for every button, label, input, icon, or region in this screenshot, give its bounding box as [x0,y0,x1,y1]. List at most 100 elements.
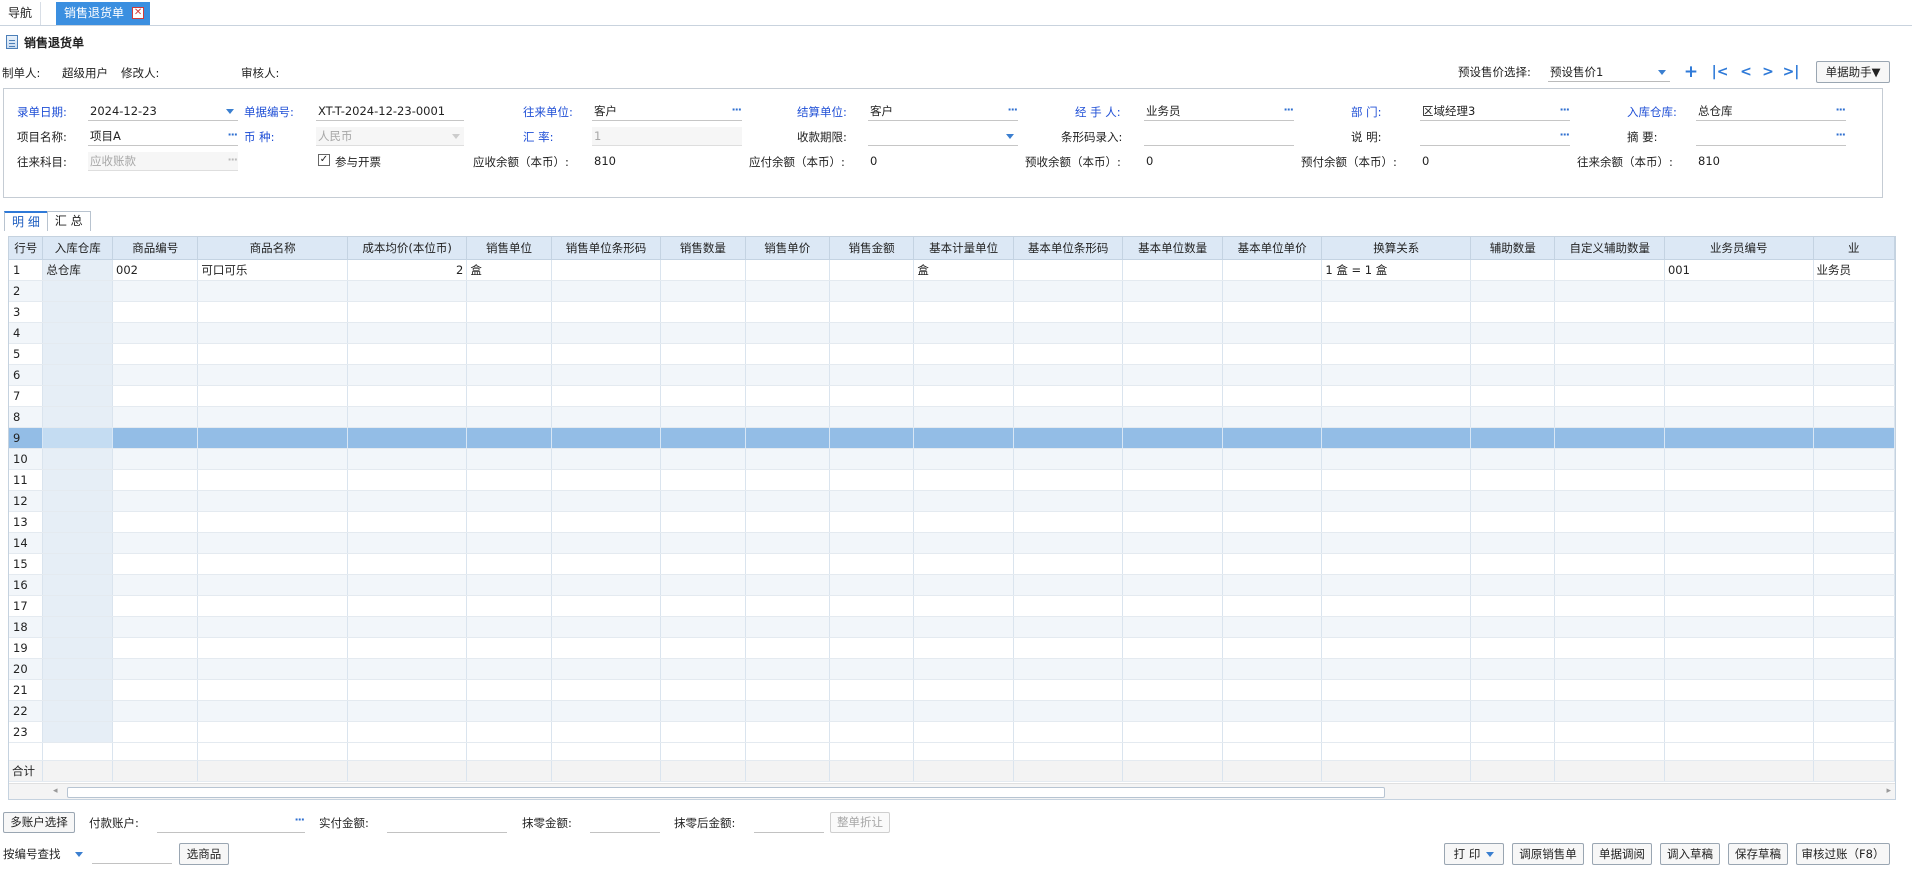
scroll-right-icon[interactable]: ▸ [1886,786,1891,796]
table-cell[interactable] [660,448,746,470]
table-cell[interactable] [913,700,1014,722]
table-cell[interactable] [1664,280,1814,302]
table-cell[interactable] [745,427,830,449]
table-cell[interactable] [551,469,662,491]
table-cell[interactable] [1554,406,1665,428]
table-cell[interactable] [1813,511,1895,533]
table-cell[interactable] [1013,595,1124,617]
table-cell[interactable] [1813,637,1895,659]
table-cell[interactable] [42,322,114,344]
table-row[interactable]: 14 [9,532,1895,554]
table-cell[interactable] [1470,301,1556,323]
table-cell[interactable] [1222,511,1323,533]
table-cell[interactable] [913,658,1014,680]
table-cell[interactable] [913,385,1014,407]
table-cell[interactable] [1813,553,1895,575]
table-cell[interactable] [42,658,114,680]
table-cell[interactable] [1470,364,1556,386]
table-row[interactable]: 17 [9,595,1895,617]
table-cell[interactable] [660,259,746,281]
table-cell[interactable] [1321,469,1472,491]
prev-record-icon[interactable]: < [1737,62,1755,82]
table-cell[interactable] [551,511,662,533]
table-cell[interactable] [1321,532,1472,554]
table-cell[interactable] [1122,343,1223,365]
table-cell[interactable] [1813,490,1895,512]
doc-recall-button[interactable]: 单据调阅 [1592,843,1652,865]
table-cell[interactable] [660,532,746,554]
table-cell[interactable] [112,637,199,659]
table-cell[interactable] [466,301,552,323]
table-cell[interactable] [913,511,1014,533]
table-cell[interactable] [1813,616,1895,638]
table-row[interactable]: 16 [9,574,1895,596]
table-cell[interactable] [913,595,1014,617]
table-cell[interactable] [1554,595,1665,617]
table-cell[interactable] [1554,469,1665,491]
table-row[interactable]: 8 [9,406,1895,428]
column-header[interactable]: 成本均价(本位币) [347,237,468,260]
table-cell[interactable] [1321,511,1472,533]
ellipsis-icon[interactable]: ··· [1559,127,1570,144]
column-header[interactable]: 行号 [9,237,44,260]
table-cell[interactable] [1813,322,1895,344]
table-cell[interactable] [1813,364,1895,386]
table-cell[interactable] [1554,532,1665,554]
table-cell[interactable] [42,301,114,323]
table-cell[interactable] [197,385,348,407]
ellipsis-icon[interactable]: ··· [1283,102,1294,119]
table-cell[interactable] [551,532,662,554]
table-cell[interactable] [1664,427,1814,449]
table-cell[interactable] [42,574,114,596]
table-cell[interactable] [1013,490,1124,512]
table-cell[interactable] [112,553,199,575]
table-cell[interactable] [466,700,552,722]
table-cell[interactable] [1222,469,1323,491]
table-cell[interactable] [1813,700,1895,722]
table-cell[interactable] [1554,364,1665,386]
table-cell[interactable] [829,553,915,575]
table-cell[interactable] [829,616,915,638]
table-cell[interactable] [1470,427,1556,449]
table-cell[interactable] [197,721,348,743]
table-cell[interactable] [1664,679,1814,701]
table-cell[interactable] [466,343,552,365]
table-cell[interactable] [466,532,552,554]
table-row[interactable]: 23 [9,721,1895,743]
barcode-input[interactable] [1144,127,1294,146]
table-cell[interactable] [913,406,1014,428]
table-cell[interactable] [660,616,746,638]
column-header[interactable]: 换算关系 [1321,237,1472,260]
table-cell[interactable] [1813,427,1895,449]
table-cell[interactable] [745,385,830,407]
table-cell[interactable] [466,721,552,743]
table-cell[interactable] [1470,343,1556,365]
tab-sales-return[interactable]: 销售退货单 ✕ [56,2,151,25]
table-cell[interactable] [112,343,199,365]
table-cell[interactable] [829,700,915,722]
table-cell[interactable] [745,280,830,302]
table-cell[interactable] [745,343,830,365]
table-cell[interactable] [112,721,199,743]
table-cell[interactable] [1321,616,1472,638]
column-header[interactable]: 自定义辅助数量 [1554,237,1665,260]
table-cell[interactable] [1813,469,1895,491]
table-cell[interactable] [829,574,915,596]
table-cell[interactable] [745,637,830,659]
table-cell[interactable] [1013,679,1124,701]
warehouse-field[interactable]: 总仓库 ··· [1696,102,1846,121]
table-cell[interactable] [347,658,468,680]
table-cell[interactable] [1813,301,1895,323]
table-cell[interactable] [112,616,199,638]
table-cell[interactable] [347,574,468,596]
table-cell[interactable] [1222,406,1323,428]
table-row[interactable]: 20 [9,658,1895,680]
table-cell[interactable] [913,448,1014,470]
table-cell[interactable] [829,469,915,491]
table-cell[interactable] [913,427,1014,449]
table-cell[interactable] [1013,574,1124,596]
date-field[interactable]: 2024-12-23 [88,102,238,121]
table-cell[interactable] [913,574,1014,596]
table-cell[interactable] [197,532,348,554]
table-cell[interactable] [466,448,552,470]
